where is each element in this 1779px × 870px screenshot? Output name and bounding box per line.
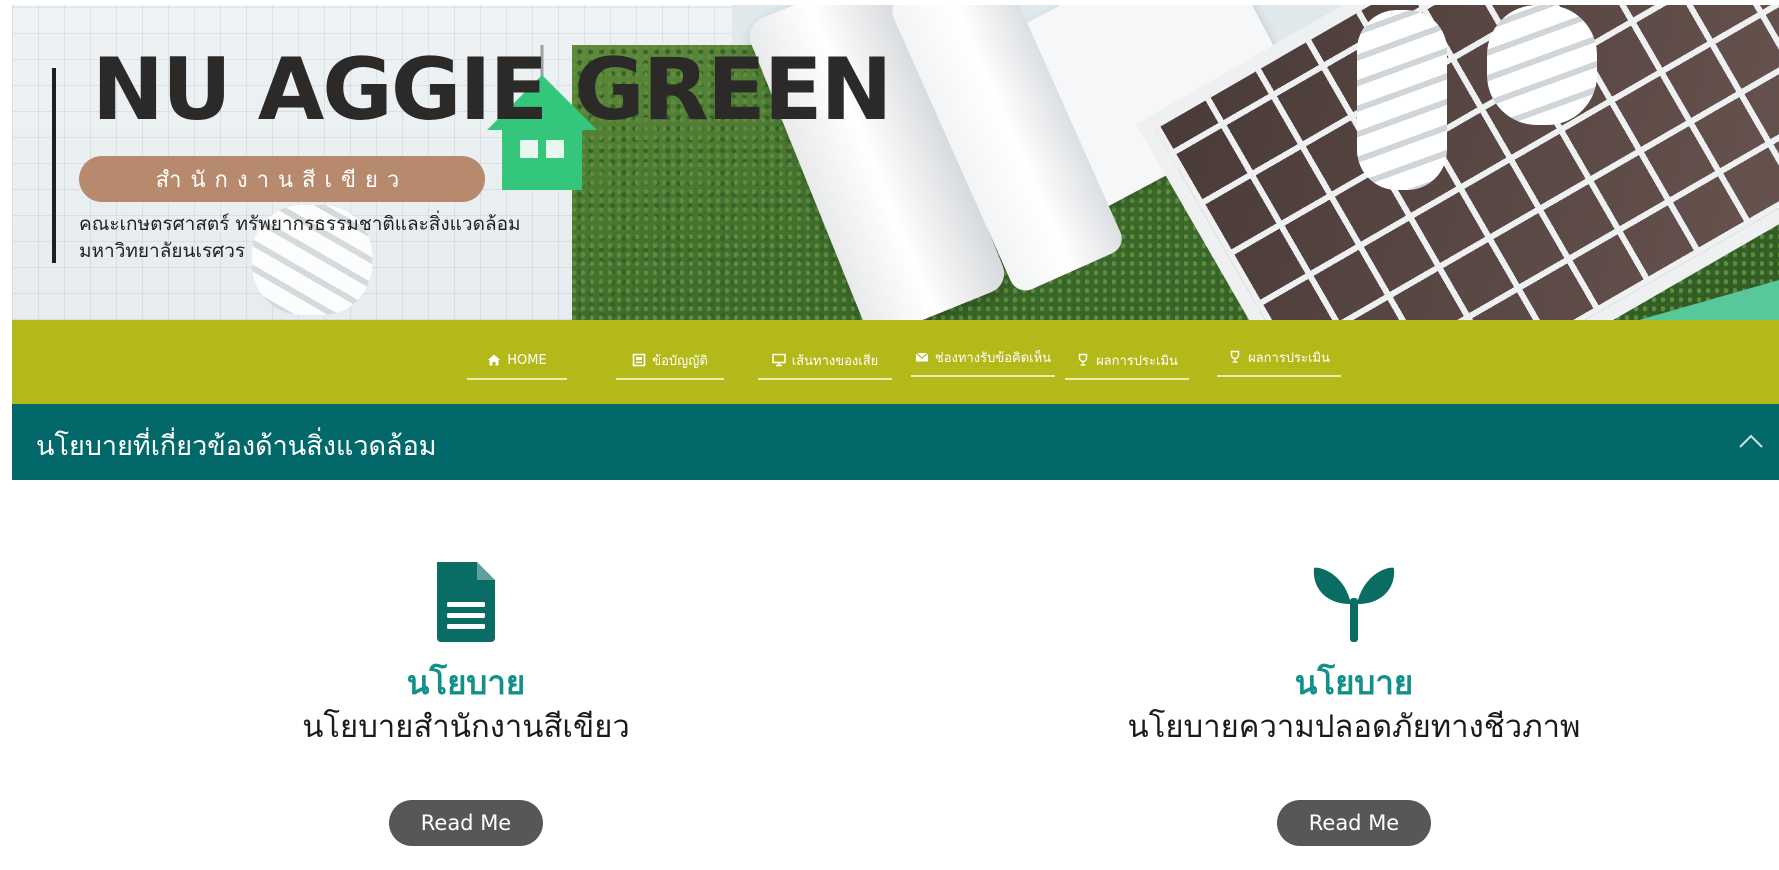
sprout-icon xyxy=(1313,567,1395,642)
read-me-button[interactable]: Read Me xyxy=(389,800,543,846)
nav-item-label: ข้อบัญญัติ xyxy=(652,353,708,369)
page: NU AGGIE GREEN สำนักงานสีเขียว คณะเกษตรศ… xyxy=(12,5,1779,870)
section-title: นโยบายที่เกี่ยวข้องด้านสิ่งแวดล้อม xyxy=(36,431,437,462)
nav-item-waste-route[interactable]: เส้นทางของเสีย xyxy=(758,348,892,380)
hero-banner: NU AGGIE GREEN สำนักงานสีเขียว คณะเกษตรศ… xyxy=(12,5,1779,320)
site-badge: สำนักงานสีเขียว xyxy=(79,156,485,202)
chevron-up-icon[interactable] xyxy=(1737,428,1765,456)
nav-item-label: HOME xyxy=(507,352,547,368)
nav-item-label: ผลการประเมิน xyxy=(1248,350,1330,366)
read-me-button[interactable]: Read Me xyxy=(1277,800,1431,846)
nav-item-label: ช่องทางรับข้อคิดเห็น xyxy=(934,350,1052,366)
title-accent-line xyxy=(52,68,56,263)
envelope-icon xyxy=(915,350,929,364)
document-icon xyxy=(437,562,495,642)
nav-item-evaluation-2[interactable]: ผลการประเมิน xyxy=(1217,345,1341,377)
book-icon xyxy=(632,353,646,367)
main-navigation: HOME ข้อบัญญัติ เส้นทางของเสีย ช่องทางรั… xyxy=(12,320,1779,404)
policy-section-header[interactable]: นโยบายที่เกี่ยวข้องด้านสิ่งแวดล้อม xyxy=(12,404,1779,480)
light-bulb-decoration xyxy=(1487,5,1597,125)
nav-item-evaluation[interactable]: ผลการประเมิน xyxy=(1065,348,1189,380)
subtitle-line: คณะเกษตรศาสตร์ ทรัพยากรธรรมชาติและสิ่งแว… xyxy=(79,213,521,235)
subtitle-line: มหาวิทยาลัยนเรศวร xyxy=(79,240,246,262)
policy-card: นโยบาย นโยบายสำนักงานสีเขียว Read Me xyxy=(206,560,726,846)
trophy-icon xyxy=(1228,350,1242,364)
light-bulb-decoration xyxy=(1357,10,1447,190)
nav-item-label: เส้นทางของเสีย xyxy=(791,353,879,369)
home-icon xyxy=(487,353,501,367)
nav-item-home[interactable]: HOME xyxy=(467,348,567,380)
nav-item-regulations[interactable]: ข้อบัญญัติ xyxy=(616,348,724,380)
site-subtitle: คณะเกษตรศาสตร์ ทรัพยากรธรรมชาติและสิ่งแว… xyxy=(79,211,521,265)
card-heading: นโยบาย xyxy=(1294,663,1414,702)
card-text: นโยบายความปลอดภัยทางชีวภาพ xyxy=(1127,709,1581,745)
card-text: นโยบายสำนักงานสีเขียว xyxy=(302,709,630,745)
trophy-icon xyxy=(1076,353,1090,367)
policy-card: นโยบาย นโยบายความปลอดภัยทางชีวภาพ Read M… xyxy=(1094,560,1614,846)
nav-item-feedback[interactable]: ช่องทางรับข้อคิดเห็น xyxy=(911,345,1055,377)
card-heading: นโยบาย xyxy=(406,663,526,702)
site-title: NU AGGIE GREEN xyxy=(92,40,892,140)
nav-item-label: ผลการประเมิน xyxy=(1096,353,1178,369)
monitor-icon xyxy=(771,353,786,367)
